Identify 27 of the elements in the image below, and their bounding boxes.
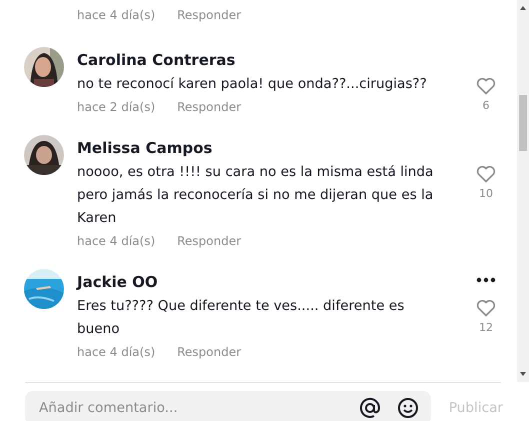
comment-text: Eres tu???? Que diferente te ves..... diferente es bueno <box>77 297 406 339</box>
author-name[interactable]: Melissa Campos <box>77 138 442 158</box>
like-count: 10 <box>479 187 493 201</box>
reply-link[interactable]: Responder <box>177 233 242 249</box>
post-button[interactable]: Publicar <box>448 400 503 416</box>
comment-time: hace 4 día(s) <box>77 7 156 23</box>
comment-time: hace 2 día(s) <box>77 99 156 115</box>
author-name[interactable]: Carolina Contreras <box>77 50 442 70</box>
like-count: 12 <box>479 321 493 335</box>
reply-link[interactable]: Responder <box>177 7 242 23</box>
comment-time: hace 4 día(s) <box>77 233 156 249</box>
comment-field[interactable]: Añadir comentario... <box>25 391 431 421</box>
reply-link[interactable]: Responder <box>177 344 242 360</box>
heart-icon[interactable] <box>476 77 496 95</box>
scrollbar[interactable] <box>517 0 529 382</box>
more-icon[interactable] <box>476 277 496 283</box>
emoji-icon[interactable] <box>396 397 419 419</box>
comment-text: noooo, es otra !!!! su cara no es la misma está linda pero jamás la reconocería si no me dijeran que es la Karen <box>77 163 434 228</box>
author-name[interactable]: Jackie OO <box>77 272 442 292</box>
like-count: 6 <box>482 99 490 113</box>
comment-text: no te reconocí karen paola! que onda??...cirugias?? <box>77 75 428 94</box>
reply-link[interactable]: Responder <box>177 99 242 115</box>
mention-icon[interactable] <box>358 397 381 419</box>
heart-icon[interactable] <box>476 165 496 183</box>
comment-input[interactable]: Añadir comentario... <box>39 400 343 416</box>
comment-time: hace 4 día(s) <box>77 344 156 360</box>
heart-icon[interactable] <box>476 299 496 317</box>
